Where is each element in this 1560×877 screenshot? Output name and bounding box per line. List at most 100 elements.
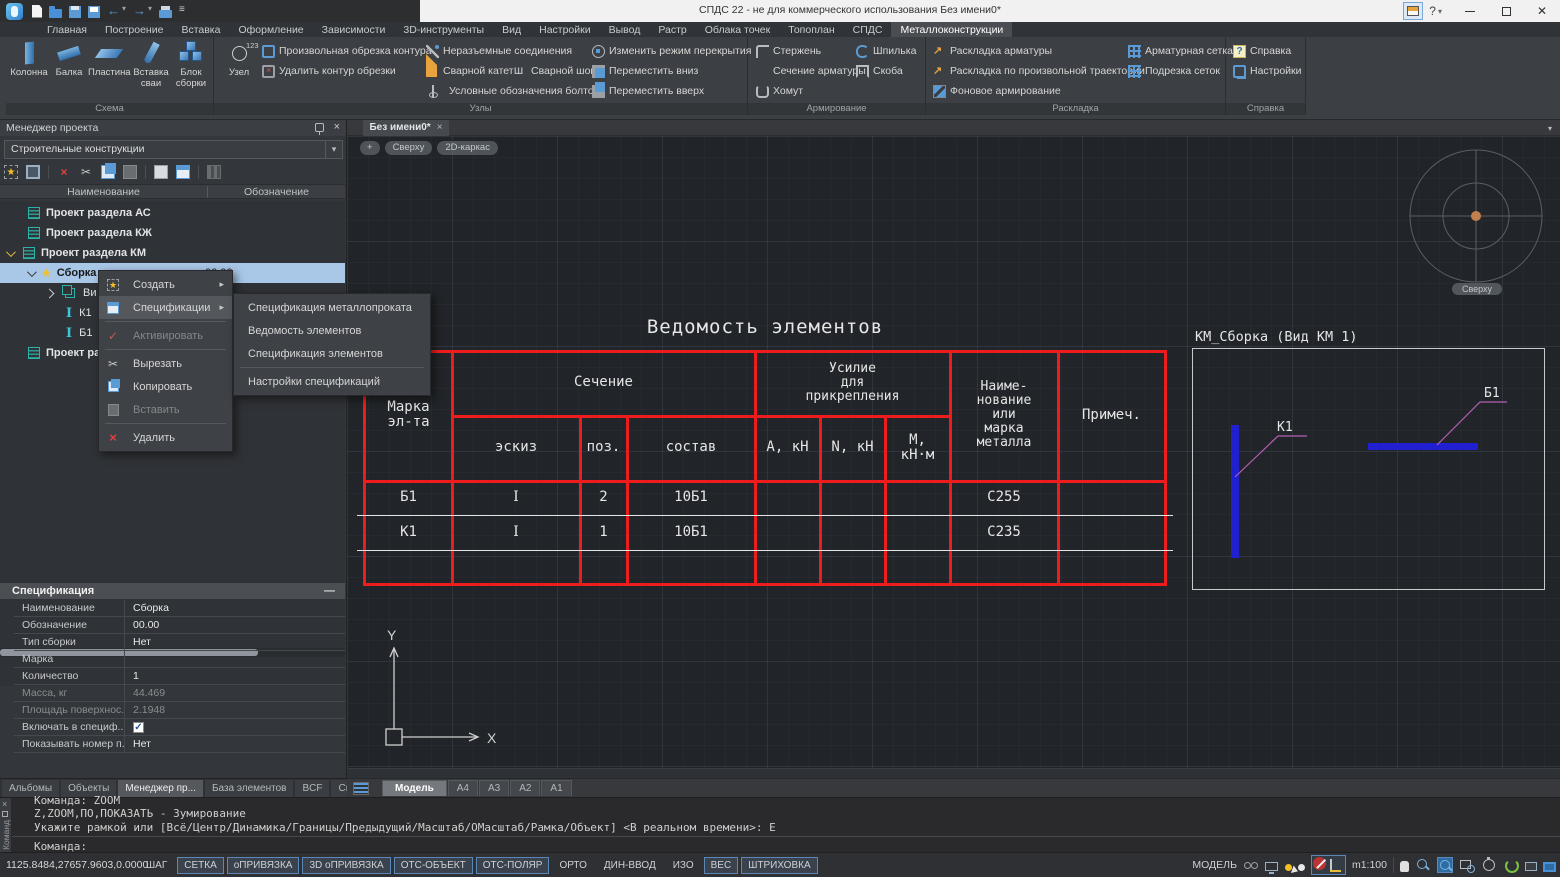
toggle-ves[interactable]: ВЕС	[704, 857, 739, 874]
specification-icon[interactable]	[176, 165, 190, 179]
layout-tab-model[interactable]: Модель	[382, 780, 447, 796]
chevron-right-icon[interactable]	[45, 288, 55, 298]
node-button[interactable]: 123 Узел	[222, 40, 256, 79]
prop-row-quantity[interactable]: Количество 1	[14, 668, 345, 685]
tab-bcf[interactable]: BCF	[295, 780, 329, 797]
tree-item-project-km[interactable]: Проект раздела КМ	[0, 243, 345, 263]
rebar-mesh-button[interactable]: Арматурная сетка	[1128, 43, 1233, 59]
overlap-mode-button[interactable]: Изменить режим перекрытия	[592, 43, 751, 59]
tab-list-dropdown-icon[interactable]: ▾	[1548, 124, 1552, 133]
staple-button[interactable]: Скоба	[856, 63, 903, 79]
cut-icon[interactable]: ✂	[79, 165, 93, 179]
ribbon-tab-vid[interactable]: Вид	[493, 22, 530, 37]
toggle-shtrihovka[interactable]: ШТРИХОВКА	[741, 857, 817, 874]
ribbon-tab-vyvod[interactable]: Вывод	[600, 22, 650, 37]
app-logo-icon[interactable]	[6, 3, 23, 20]
menu-item-cut[interactable]: ✂ Вырезать	[99, 352, 232, 375]
undo-dropdown-icon[interactable]: ▾	[122, 4, 126, 18]
tab-manager[interactable]: Менеджер пр...	[118, 780, 203, 797]
ribbon-tab-zavisimosti[interactable]: Зависимости	[313, 22, 395, 37]
beam-button[interactable]: Балка	[48, 40, 90, 79]
zoom-window-icon[interactable]	[1437, 857, 1453, 873]
create-node-icon[interactable]: ★	[4, 165, 18, 179]
column-designation[interactable]: Обозначение	[207, 186, 345, 198]
menu-item-delete[interactable]: × Удалить	[99, 426, 232, 449]
monitor-icon[interactable]	[1265, 862, 1278, 871]
menu-item-create[interactable]: ★ Создать ▸	[99, 273, 232, 296]
minimize-button[interactable]	[1452, 0, 1488, 22]
ribbon-tab-oformlenie[interactable]: Оформление	[229, 22, 312, 37]
path-layout-button[interactable]: ↗ Раскладка по произвольной траектории	[933, 63, 1145, 79]
ribbon-tab-3d[interactable]: 3D-инструменты	[394, 22, 493, 37]
mesh-trim-button[interactable]: Подрезка сеток	[1128, 63, 1220, 79]
ribbon-tab-postroenie[interactable]: Построение	[96, 22, 172, 37]
chevron-down-icon[interactable]	[27, 267, 37, 277]
ribbon-tab-rastr[interactable]: Растр	[649, 22, 695, 37]
view-glasses-icon[interactable]	[1243, 857, 1259, 873]
undo-icon[interactable]: ←	[107, 4, 120, 18]
layout-menu-icon[interactable]	[353, 782, 369, 795]
print-icon[interactable]	[159, 10, 172, 18]
toggle-shag[interactable]: ШАГ	[139, 857, 174, 874]
prop-row-designation[interactable]: Обозначение 00.00	[14, 617, 345, 634]
lamp-icon[interactable]	[1298, 864, 1305, 871]
pile-insert-button[interactable]: Вставка сваи	[130, 40, 172, 89]
project-type-select[interactable]: Строительные конструкции ▾	[4, 140, 343, 159]
tab-baza-elementov[interactable]: База элементов	[205, 780, 294, 797]
submenu-item-element-list[interactable]: Ведомость элементов	[234, 319, 430, 342]
properties-header[interactable]: Спецификация —	[0, 583, 345, 599]
move-up-button[interactable]: Переместить вверх	[592, 83, 704, 99]
layout-tab-a4[interactable]: А4	[448, 780, 478, 796]
help-dropdown-icon[interactable]: ▾	[1438, 7, 1442, 16]
columns-icon[interactable]	[207, 165, 221, 179]
lock-ui-icon[interactable]	[1525, 862, 1537, 871]
interface-style-button[interactable]	[1403, 2, 1423, 20]
ribbon-tab-spds[interactable]: СПДС	[844, 22, 892, 37]
panel-close-icon[interactable]: ×	[334, 121, 340, 133]
toggle-izo[interactable]: ИЗО	[666, 857, 701, 874]
orbit-icon[interactable]	[1481, 857, 1497, 873]
delete-icon[interactable]: ×	[57, 165, 71, 179]
prop-row-assembly-type[interactable]: Тип сборки Нет	[14, 634, 345, 651]
ribbon-tab-vstavka[interactable]: Вставка	[172, 22, 229, 37]
save-as-icon[interactable]	[88, 6, 100, 18]
toggle-orto[interactable]: ОРТО	[552, 857, 593, 874]
prop-row-mark[interactable]: Марка	[14, 651, 345, 668]
paste-icon[interactable]	[123, 165, 137, 179]
document-close-icon[interactable]: ×	[437, 122, 443, 133]
assembly-block-button[interactable]: Блок сборки	[170, 40, 212, 89]
ucs-toggle-icon[interactable]	[1328, 857, 1344, 873]
checkbox-checked[interactable]: ✓	[133, 722, 144, 733]
menu-item-copy[interactable]: Копировать	[99, 375, 232, 398]
menu-item-specifications[interactable]: Спецификации ▸	[99, 296, 232, 319]
ribbon-tab-nastroyki[interactable]: Настройки	[530, 22, 600, 37]
command-close-icon[interactable]: ×	[2, 799, 7, 809]
command-pin-icon[interactable]	[2, 811, 8, 817]
viewport-view-button[interactable]: Сверху	[385, 141, 433, 155]
weld-seam-button[interactable]: Ш Сварной шов	[514, 63, 596, 79]
show-windows-icon[interactable]	[26, 165, 40, 179]
ribbon-tab-topoplan[interactable]: Топоплан	[779, 22, 843, 37]
plate-button[interactable]: Пластина	[88, 40, 130, 79]
document-tab[interactable]: Без имени0*×	[363, 120, 449, 136]
nav-wheel-label[interactable]: Сверху	[1452, 283, 1502, 295]
highlight-cursor-icon[interactable]	[1285, 864, 1292, 871]
save-icon[interactable]	[69, 6, 81, 18]
prop-row-include-spec[interactable]: Включать в специф... ✓	[14, 719, 345, 736]
crop-contour-button[interactable]: Произвольная обрезка контура	[262, 43, 432, 59]
submenu-item-element-spec[interactable]: Спецификация элементов	[234, 342, 430, 365]
toggle-ots-polyar[interactable]: ОТС-ПОЛЯР	[476, 857, 550, 874]
open-file-icon[interactable]	[49, 9, 62, 18]
customize-qat-icon[interactable]: ≡	[179, 4, 184, 18]
microphone-muted-icon[interactable]	[1313, 857, 1326, 870]
pin-icon[interactable]	[315, 123, 324, 132]
ribbon-tab-oblaka[interactable]: Облака точек	[696, 22, 779, 37]
bolt-symbols-button[interactable]: Условные обозначения болтов	[426, 83, 599, 99]
close-button[interactable]: ✕	[1524, 0, 1560, 22]
regen-icon[interactable]	[1503, 857, 1519, 873]
zoom-rectangle-icon[interactable]	[1459, 857, 1475, 873]
submenu-item-spec-settings[interactable]: Настройки спецификаций	[234, 370, 430, 393]
viewport-style-button[interactable]: 2D-каркас	[437, 141, 498, 155]
prop-row-show-number[interactable]: Показывать номер п... Нет	[14, 736, 345, 753]
scale-indicator[interactable]: m1:100	[1352, 859, 1387, 871]
